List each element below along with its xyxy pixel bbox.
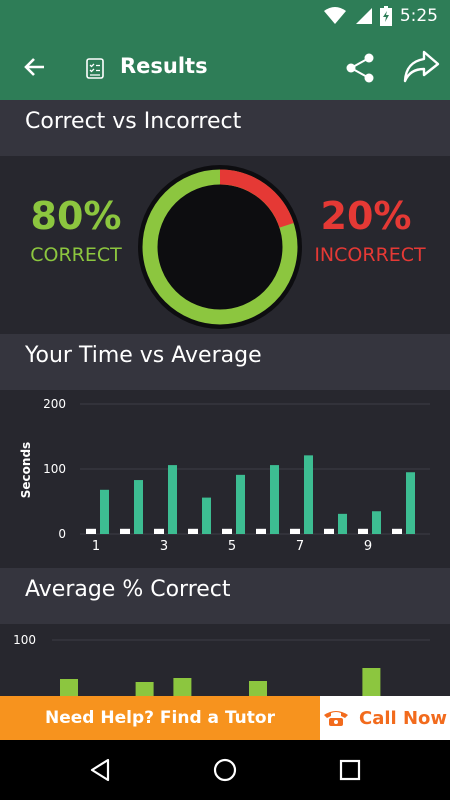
average-correct-chart: 100 [13,633,430,696]
incorrect-percent: 20% [320,194,412,238]
your-time-bar [338,513,347,534]
average-time-bar [188,528,198,534]
battery-charging-icon [379,6,392,26]
section-header-correct-vs-incorrect: Correct vs Incorrect [0,100,450,156]
x-tick-label: 9 [364,539,372,554]
app-bar: Results [0,34,450,100]
time-vs-average-chart: Seconds 0 100 200 1 3 5 7 9 [19,397,430,554]
y-tick-label: 100 [43,462,66,476]
your-time-bar [406,472,415,534]
clipboard-icon [86,58,104,79]
navigation-bar [0,740,450,800]
average-correct-bar [173,678,192,696]
average-time-bar [358,528,368,534]
results-screen: 5:25 Results Correct vs Incorrect 80% CO… [0,0,450,800]
average-correct-bar [249,681,267,696]
status-time: 5:25 [399,6,438,26]
time-chart-panel: Seconds 0 100 200 1 3 5 7 9 [0,390,450,568]
status-icons: 5:25 [323,6,438,26]
correct-label: CORRECT [30,244,122,266]
y-tick-label: 200 [43,397,66,411]
x-tick-label: 7 [296,539,304,554]
average-time-bar [290,528,300,534]
phone-icon [323,711,348,726]
average-correct-bar [135,682,154,696]
call-now-label: Call Now [358,707,448,729]
average-time-bar [222,528,232,534]
correct-percent: 80% [30,194,122,238]
help-bar: Need Help? Find a Tutor Call Now [0,696,450,740]
average-time-bar [392,528,402,534]
forward-arrow-icon[interactable] [402,50,440,84]
y-axis-label: Seconds [19,442,33,498]
average-correct-bar [60,679,78,696]
average-time-bar [324,528,334,534]
incorrect-label: INCORRECT [314,244,426,266]
your-time-bar [304,455,313,534]
page-title: Results [120,54,208,78]
average-time-bar [154,528,164,534]
x-tick-label: 3 [160,539,168,554]
your-time-bar [236,474,245,534]
share-icon[interactable] [345,53,375,83]
back-arrow-icon[interactable] [24,56,46,78]
donut-chart [138,165,302,329]
y-tick-label: 100 [13,633,36,647]
average-correct-bar [362,668,381,696]
wifi-icon [323,7,346,24]
section-header-average-correct: Average % Correct [0,568,450,624]
correct-vs-incorrect-panel: 80% CORRECT 20% INCORRECT [0,156,450,334]
nav-recents-icon[interactable] [339,759,361,781]
nav-back-icon[interactable] [88,758,112,782]
x-tick-label: 5 [228,539,236,554]
y-tick-label: 0 [58,527,66,541]
status-bar: 5:25 [0,0,450,34]
your-time-bar [134,480,143,534]
average-time-bar [86,528,96,534]
signal-icon [355,8,372,24]
average-time-bar [256,528,266,534]
your-time-bar [372,511,381,534]
average-time-bar [120,528,130,534]
x-tick-label: 1 [92,539,100,554]
nav-home-icon[interactable] [213,758,237,782]
your-time-bar [168,465,177,534]
section-header-time-vs-average: Your Time vs Average [0,334,450,390]
your-time-bar [202,497,211,534]
average-correct-panel: 100 [0,624,450,696]
your-time-bar [100,489,109,534]
your-time-bar [270,465,279,534]
call-now-button[interactable]: Call Now [320,696,450,740]
find-tutor-button[interactable]: Need Help? Find a Tutor [0,696,320,740]
